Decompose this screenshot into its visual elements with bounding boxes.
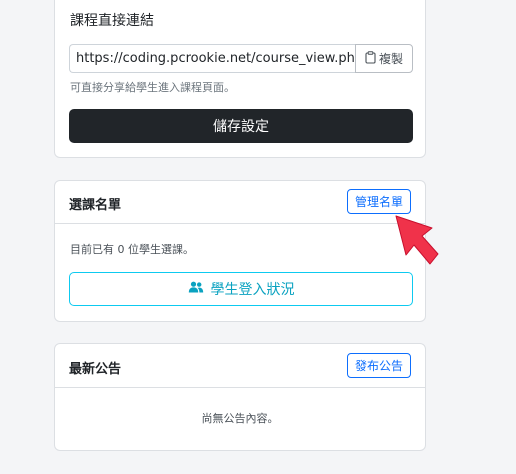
arrow-cursor-icon [395, 215, 439, 265]
clipboard-icon [365, 50, 376, 67]
publish-announcement-button[interactable]: 發布公告 [346, 353, 411, 378]
student-login-status-button[interactable]: 學生登入狀況 [69, 272, 413, 306]
roster-title: 選課名單 [69, 198, 122, 213]
enrollment-count-text: 目前已有 0 位學生選課。 [70, 243, 194, 256]
course-link-label: 課程直接連結 [70, 13, 154, 29]
copy-button-label: 複製 [378, 52, 403, 66]
users-icon [188, 281, 204, 297]
course-link-group: https://coding.pcrookie.net/course_view.… [69, 44, 413, 73]
roster-card-header: 選課名單 管理名單 [55, 181, 425, 224]
announcements-empty-text: 尚無公告內容。 [201, 412, 279, 425]
announcements-card: 最新公告 發布公告 尚無公告內容。 [54, 343, 426, 451]
roster-card: 選課名單 管理名單 目前已有 0 位學生選課。 學生登入狀況 [54, 180, 426, 322]
announcements-title: 最新公告 [69, 362, 122, 377]
course-link-card: 課程直接連結 https://coding.pcrookie.net/cours… [54, 0, 426, 158]
course-link-help-text: 可直接分享給學生進入課程頁面。 [70, 81, 235, 94]
student-login-status-label: 學生登入狀況 [210, 282, 295, 298]
copy-button[interactable]: 複製 [355, 44, 413, 73]
save-settings-button[interactable]: 儲存設定 [69, 109, 413, 143]
course-link-field[interactable]: https://coding.pcrookie.net/course_view.… [69, 44, 355, 73]
announcements-card-header: 最新公告 發布公告 [55, 344, 425, 388]
